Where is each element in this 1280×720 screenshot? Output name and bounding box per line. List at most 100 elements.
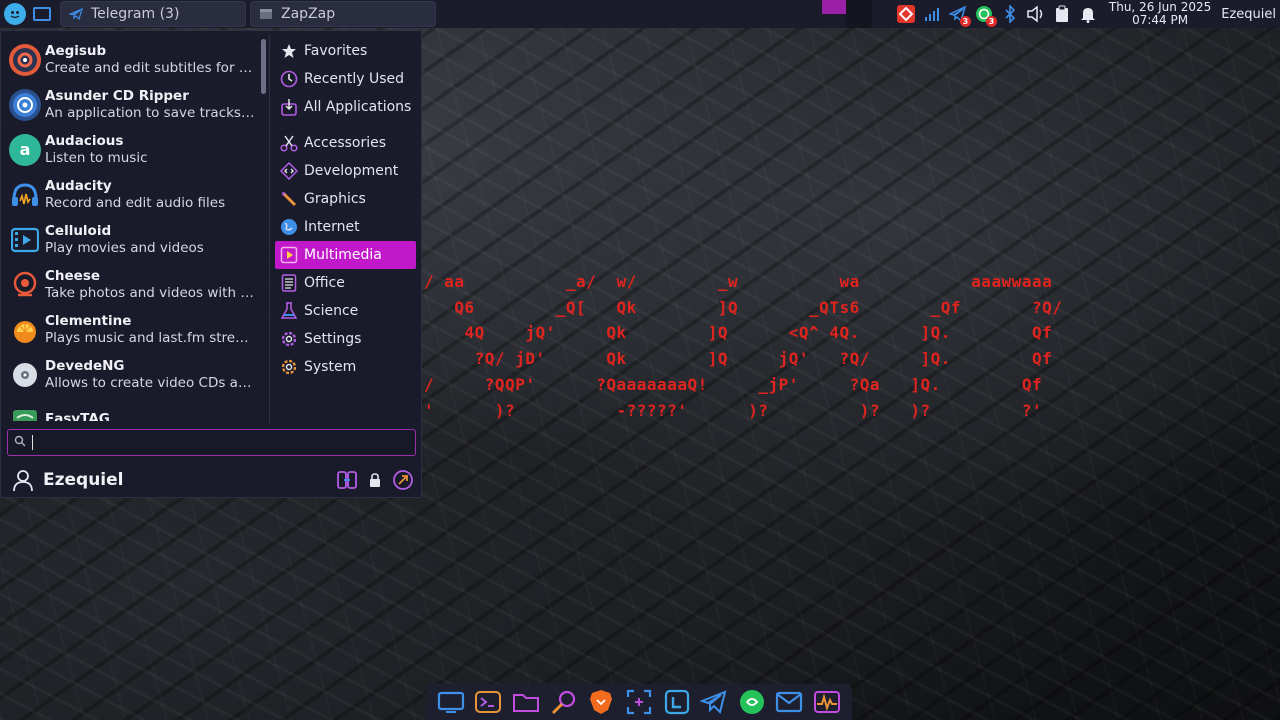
app-description: Create and edit subtitles for fil... xyxy=(45,60,255,76)
volume-icon[interactable] xyxy=(1025,3,1047,25)
application-launcher-button[interactable] xyxy=(2,1,28,27)
lock-button[interactable] xyxy=(363,468,387,492)
application-list: Aegisub Create and edit subtitles for fi… xyxy=(5,37,257,421)
category-label: Graphics xyxy=(304,191,366,207)
telegram-tray-icon[interactable]: 3 xyxy=(947,3,971,27)
category-accessories[interactable]: Accessories xyxy=(275,129,416,157)
app-name: Audacious xyxy=(45,133,124,149)
app-name: Asunder CD Ripper xyxy=(45,88,189,104)
folder-icon[interactable] xyxy=(511,687,541,717)
category-label: Accessories xyxy=(304,135,387,151)
app-name: DevedeNG xyxy=(45,358,125,374)
panel-user-name[interactable]: Ezequiel xyxy=(1221,7,1276,22)
telegram-icon[interactable] xyxy=(699,687,729,717)
category-system[interactable]: System xyxy=(275,353,416,381)
list-item-devedeng[interactable]: DevedeNG Allows to create video CDs and.… xyxy=(5,352,257,397)
application-list-scrollbar[interactable] xyxy=(261,39,267,423)
search-field[interactable] xyxy=(7,429,416,456)
menu-divider xyxy=(269,35,270,425)
pager-active-indicator[interactable] xyxy=(822,0,846,14)
category-office[interactable]: Office xyxy=(275,269,416,297)
scrollbar-thumb[interactable] xyxy=(261,39,266,94)
application-menu: Aegisub Create and edit subtitles for fi… xyxy=(0,30,422,498)
category-label: Internet xyxy=(304,219,360,235)
app-name: Clementine xyxy=(45,313,132,329)
category-graphics[interactable]: Graphics xyxy=(275,185,416,213)
audacity-icon xyxy=(9,179,41,211)
taskbar-item-telegram[interactable]: Telegram (3) xyxy=(60,1,246,27)
notifications-bell-icon[interactable] xyxy=(1077,3,1099,25)
telegram-unread-badge: 3 xyxy=(959,16,971,27)
apps-icon xyxy=(279,97,299,117)
search-input[interactable] xyxy=(32,435,415,450)
easytag-icon xyxy=(9,404,41,421)
show-desktop-icon[interactable] xyxy=(436,687,466,717)
switch-user-button[interactable] xyxy=(335,468,359,492)
session-actions xyxy=(331,468,415,492)
monitor-icon xyxy=(33,7,51,21)
network-signal-icon[interactable] xyxy=(921,3,943,25)
list-item-audacity[interactable]: Audacity Record and edit audio files xyxy=(5,172,257,217)
list-item-easytag[interactable]: EasyTAG xyxy=(5,397,257,421)
cheese-icon xyxy=(9,269,41,301)
anydesk-icon[interactable] xyxy=(895,3,917,25)
document-icon xyxy=(279,273,299,293)
mail-icon[interactable] xyxy=(774,687,804,717)
top-panel: Telegram (3) ZapZap 3 3 Thu, 26 Jun 2025… xyxy=(0,0,1280,28)
brave-browser-icon[interactable] xyxy=(586,687,616,717)
aegisub-icon xyxy=(9,43,41,76)
app-name: Aegisub xyxy=(45,43,107,59)
pager-desktop[interactable] xyxy=(846,0,872,28)
taskbar-item-zapzap[interactable]: ZapZap xyxy=(250,1,436,27)
app-name: Audacity xyxy=(45,178,112,194)
star-icon xyxy=(279,41,299,61)
app-name: Cheese xyxy=(45,268,101,284)
category-label: Settings xyxy=(304,331,362,347)
digital-clock[interactable]: Thu, 26 Jun 2025 07:44 PM xyxy=(1109,1,1211,27)
list-item-audacious[interactable]: a Audacious Listen to music xyxy=(5,127,257,172)
list-item-aegisub[interactable]: Aegisub Create and edit subtitles for fi… xyxy=(5,37,257,82)
taskbar-item-label: ZapZap xyxy=(281,6,336,22)
category-favorites[interactable]: Favorites xyxy=(275,37,416,65)
search-files-icon[interactable] xyxy=(549,687,579,717)
category-label: All Applications xyxy=(304,99,412,115)
list-item-cheese[interactable]: Cheese Take photos and videos with y... xyxy=(5,262,257,307)
category-development[interactable]: Development xyxy=(275,157,416,185)
leave-button[interactable] xyxy=(391,468,415,492)
show-desktop-button[interactable] xyxy=(30,1,54,27)
category-label: Science xyxy=(304,303,359,319)
user-avatar-icon[interactable] xyxy=(9,468,37,492)
clipboard-icon[interactable] xyxy=(1051,3,1073,25)
list-item-celluloid[interactable]: Celluloid Play movies and videos xyxy=(5,217,257,262)
user-name[interactable]: Ezequiel xyxy=(43,470,124,490)
screenshot-icon[interactable] xyxy=(624,687,654,717)
category-list: Favorites Recently Used All Applications… xyxy=(275,37,416,381)
code-icon xyxy=(279,161,299,181)
terminal-icon[interactable] xyxy=(473,687,503,717)
category-label: Favorites xyxy=(304,43,368,59)
calendar-icon[interactable] xyxy=(662,687,692,717)
list-item-clementine[interactable]: Clementine Plays music and last.fm strea… xyxy=(5,307,257,352)
app-description: Record and edit audio files xyxy=(45,195,226,211)
category-recently-used[interactable]: Recently Used xyxy=(275,65,416,93)
category-settings[interactable]: Settings xyxy=(275,325,416,353)
system-monitor-icon[interactable] xyxy=(812,687,842,717)
dock xyxy=(426,684,852,720)
clock-time: 07:44 PM xyxy=(1132,13,1189,27)
whatsapp-tray-icon[interactable]: 3 xyxy=(973,3,997,27)
category-internet[interactable]: Internet xyxy=(275,213,416,241)
category-multimedia[interactable]: Multimedia xyxy=(275,241,416,269)
app-description: Take photos and videos with y... xyxy=(45,285,255,301)
category-science[interactable]: Science xyxy=(275,297,416,325)
bluetooth-icon[interactable] xyxy=(999,3,1021,25)
category-label: Development xyxy=(304,163,399,179)
app-name: Celluloid xyxy=(45,223,112,239)
whatsapp-icon[interactable] xyxy=(737,687,767,717)
taskbar-item-label: Telegram (3) xyxy=(91,6,180,22)
scissors-icon xyxy=(279,133,299,153)
list-item-asunder[interactable]: Asunder CD Ripper An application to save… xyxy=(5,82,257,127)
system-tray: 3 3 Thu, 26 Jun 2025 07:44 PM Ezequiel xyxy=(893,0,1280,28)
app-description: Plays music and last.fm streams xyxy=(45,330,255,346)
devede-icon xyxy=(9,359,41,391)
category-all-applications[interactable]: All Applications xyxy=(275,93,416,121)
